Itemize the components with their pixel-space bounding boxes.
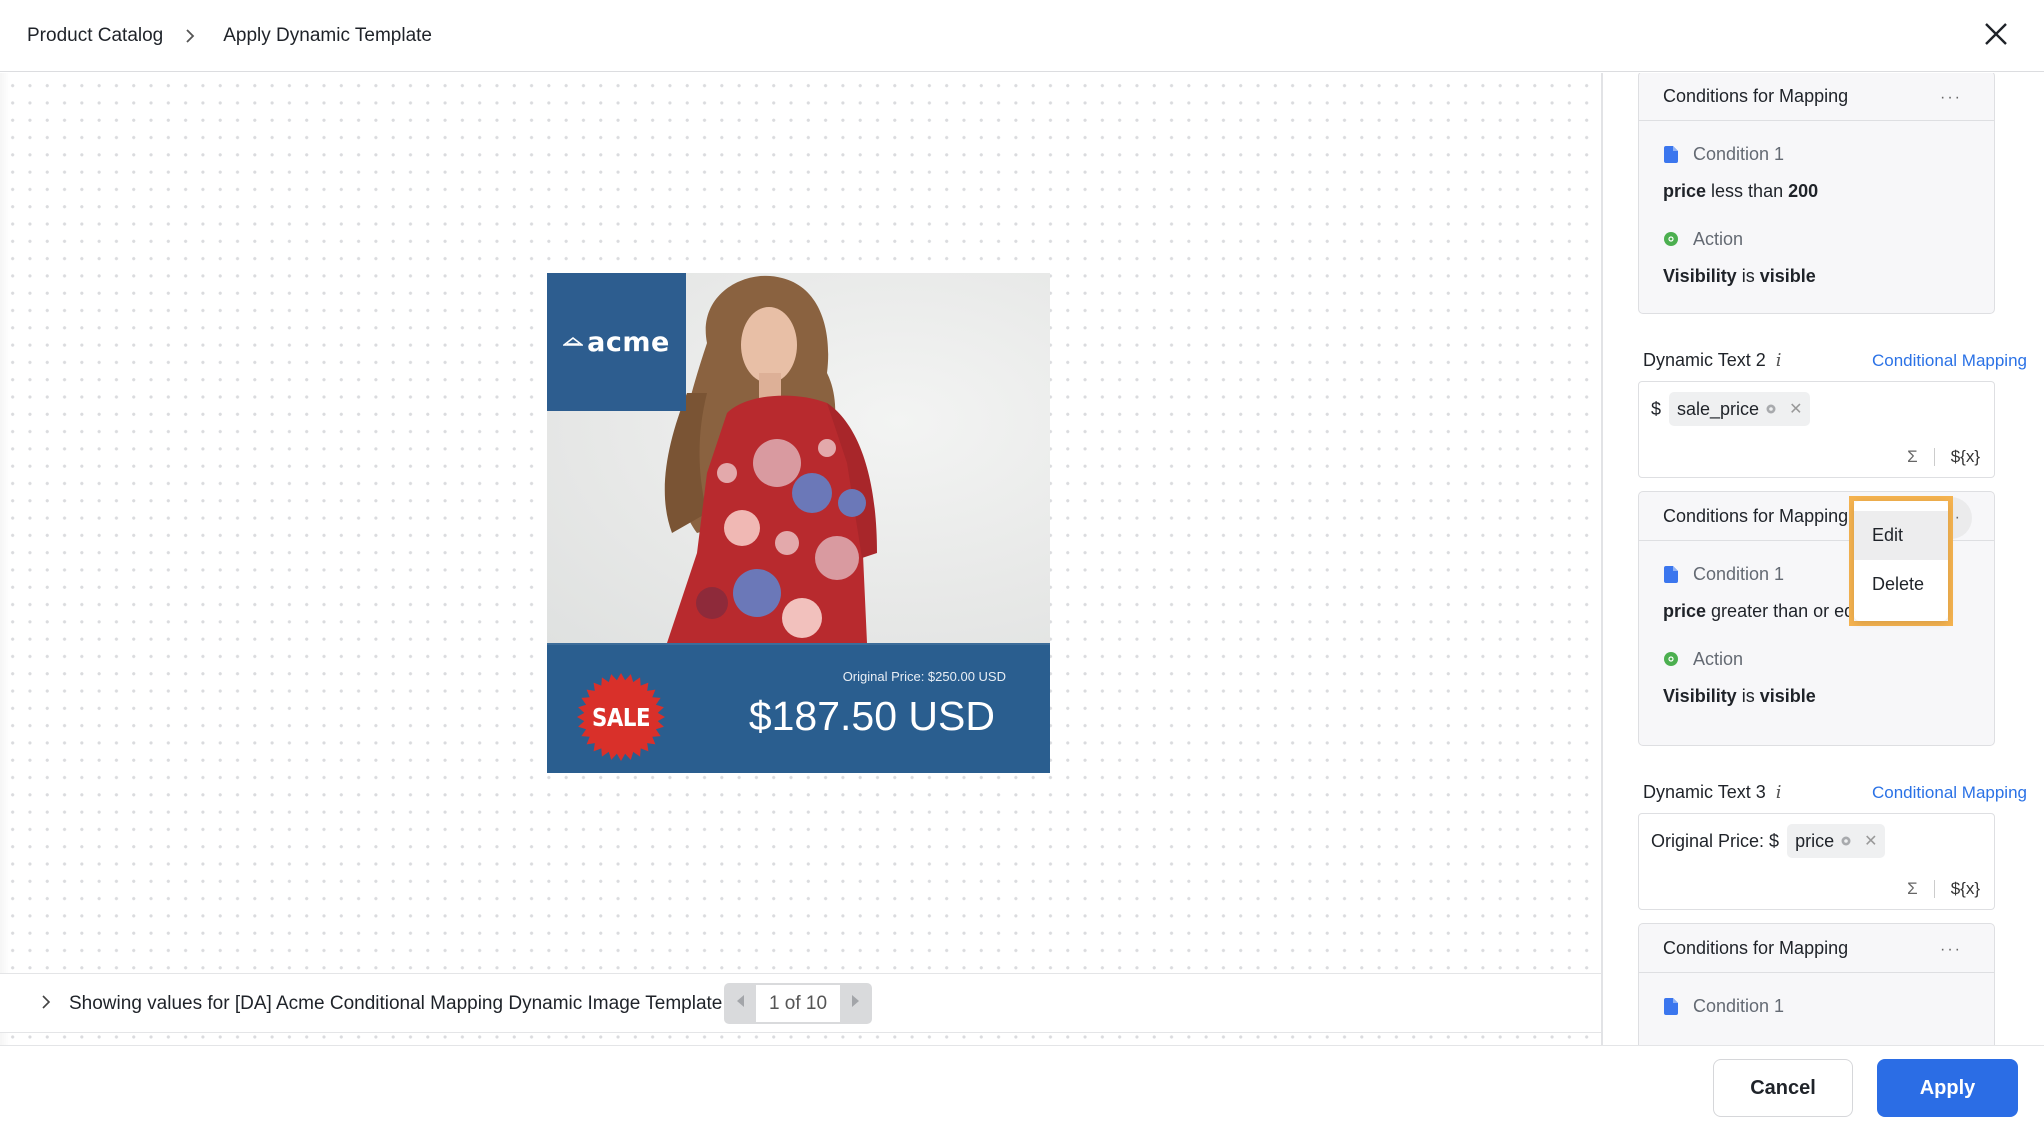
document-icon xyxy=(1663,145,1679,163)
action-text: Visibility is visible xyxy=(1663,262,1970,290)
apply-button[interactable]: Apply xyxy=(1877,1059,2018,1117)
condition-title: Condition 1 xyxy=(1693,995,1785,1016)
breadcrumb: Product Catalog Apply Dynamic Template xyxy=(27,0,432,72)
document-icon xyxy=(1663,997,1679,1015)
menu-item-edit[interactable]: Edit xyxy=(1854,511,1948,560)
original-price-text: Original Price: $250.00 USD xyxy=(842,669,1006,684)
card-header: Conditions for Mapping ··· xyxy=(1639,924,1994,973)
showing-values-text: Showing values for [DA] Acme Conditional… xyxy=(69,993,723,1014)
token-label: sale_price xyxy=(1677,398,1760,419)
condition-title: Condition 1 xyxy=(1693,563,1785,584)
formula-sigma-icon[interactable]: Σ xyxy=(1907,879,1918,899)
token-label: price xyxy=(1795,830,1835,851)
remove-token-icon[interactable]: ✕ xyxy=(1864,831,1877,851)
action-title: Action xyxy=(1693,228,1744,249)
price-band: SALE Original Price: $250.00 USD $187.50… xyxy=(547,643,1050,773)
field-label-text: Dynamic Text 3 xyxy=(1643,782,1766,802)
conditions-card: Conditions for Mapping ··· Condition 1 p… xyxy=(1638,73,1995,314)
chevron-right-icon xyxy=(185,28,195,44)
field-prefix: $ xyxy=(1651,398,1662,419)
expand-toggle[interactable] xyxy=(36,992,56,1016)
caret-left-icon xyxy=(735,994,745,1013)
dynamic-text-3-field[interactable]: Original Price: $ price ✕ Σ ${x} xyxy=(1638,813,1995,910)
action-field: Visibility xyxy=(1663,266,1737,286)
breadcrumb-product-catalog[interactable]: Product Catalog xyxy=(27,25,163,47)
action-gear-icon xyxy=(1663,230,1679,248)
conditional-mapping-link[interactable]: Conditional Mapping xyxy=(1872,783,2027,803)
record-pager: 1 of 10 xyxy=(724,983,872,1024)
action-field: Visibility xyxy=(1663,686,1737,706)
close-icon xyxy=(1984,22,2008,51)
action-operator: is xyxy=(1741,266,1755,286)
menu-item-delete[interactable]: Delete xyxy=(1854,560,1948,609)
gear-icon[interactable] xyxy=(1765,403,1777,415)
formula-sigma-icon[interactable]: Σ xyxy=(1907,447,1918,467)
more-options-button[interactable]: ··· xyxy=(1930,929,1972,971)
pager-next-button[interactable] xyxy=(840,983,872,1024)
condition-field: price xyxy=(1663,181,1707,201)
logo-mark-icon xyxy=(561,333,585,351)
condition-field: price xyxy=(1663,601,1707,621)
action-value: visible xyxy=(1759,686,1816,706)
tools-divider xyxy=(1933,880,1935,898)
condition-label: Condition 1 xyxy=(1663,140,1970,168)
tools-divider xyxy=(1933,448,1935,466)
brand-logo: acme xyxy=(547,273,686,411)
brand-name: acme xyxy=(587,326,670,358)
condition-operator: less than xyxy=(1711,181,1784,201)
remove-token-icon[interactable]: ✕ xyxy=(1789,399,1802,419)
insert-variable-button[interactable]: ${x} xyxy=(1951,447,1980,467)
action-text: Visibility is visible xyxy=(1663,682,1970,710)
conditional-mapping-link[interactable]: Conditional Mapping xyxy=(1872,351,2027,371)
action-title: Action xyxy=(1693,648,1744,669)
variable-token[interactable]: sale_price ✕ xyxy=(1669,392,1811,426)
dynamic-text-2-label: Dynamic Text 2 i xyxy=(1643,350,1781,371)
action-operator: is xyxy=(1741,686,1755,706)
close-button[interactable] xyxy=(1978,18,2014,54)
condition-text: price less than 200 xyxy=(1663,177,1970,205)
product-photo: acme xyxy=(547,273,1050,643)
sale-badge-text: SALE xyxy=(591,702,651,732)
ellipsis-icon: ··· xyxy=(1940,89,1962,106)
document-icon xyxy=(1663,565,1679,583)
condition-value: 200 xyxy=(1788,181,1819,201)
sale-badge: SALE xyxy=(577,673,665,761)
chevron-right-icon xyxy=(41,994,51,1015)
more-options-button[interactable]: ··· xyxy=(1930,77,1972,119)
pager-prev-button[interactable] xyxy=(724,983,756,1024)
field-prefix: Original Price: $ xyxy=(1651,830,1780,851)
ellipsis-icon: ··· xyxy=(1940,941,1962,958)
ad-preview: acme SALE Original Price: $250.00 USD $1… xyxy=(547,273,1050,773)
card-title: Conditions for Mapping xyxy=(1663,85,1849,106)
values-info-bar: Showing values for [DA] Acme Conditional… xyxy=(0,973,1601,1033)
canvas-edge-shadow xyxy=(0,73,10,1045)
action-gear-icon xyxy=(1663,650,1679,668)
breadcrumb-apply-dynamic-template: Apply Dynamic Template xyxy=(223,25,432,46)
insert-variable-button[interactable]: ${x} xyxy=(1951,879,1980,899)
pager-value: 1 of 10 xyxy=(756,985,840,1022)
action-label: Action xyxy=(1663,225,1970,253)
condition-title: Condition 1 xyxy=(1693,143,1785,164)
card-title: Conditions for Mapping xyxy=(1663,937,1849,958)
footer: Cancel Apply xyxy=(0,1045,2044,1126)
header: Product Catalog Apply Dynamic Template xyxy=(0,0,2044,72)
info-icon[interactable]: i xyxy=(1776,782,1782,803)
conditions-card: Conditions for Mapping ··· Condition 1 xyxy=(1638,923,1995,1045)
caret-right-icon xyxy=(851,994,861,1013)
action-value: visible xyxy=(1759,266,1816,286)
field-label-text: Dynamic Text 2 xyxy=(1643,350,1766,370)
dynamic-text-3-label: Dynamic Text 3 i xyxy=(1643,782,1781,803)
gear-icon[interactable] xyxy=(1840,835,1852,847)
card-title: Conditions for Mapping xyxy=(1663,505,1849,526)
card-header: Conditions for Mapping ··· xyxy=(1639,73,1994,121)
dynamic-text-2-field[interactable]: $ sale_price ✕ Σ ${x} xyxy=(1638,381,1995,478)
action-label: Action xyxy=(1663,645,1970,673)
condition-label: Condition 1 xyxy=(1663,992,1970,1020)
cancel-button[interactable]: Cancel xyxy=(1713,1059,1853,1117)
mapping-panel[interactable]: Conditions for Mapping ··· Condition 1 p… xyxy=(1605,73,2044,1045)
variable-token[interactable]: price ✕ xyxy=(1787,824,1886,858)
sale-price-text: $187.50 USD xyxy=(748,693,995,739)
info-icon[interactable]: i xyxy=(1776,350,1782,371)
card-options-menu: Edit Delete xyxy=(1849,496,1953,626)
